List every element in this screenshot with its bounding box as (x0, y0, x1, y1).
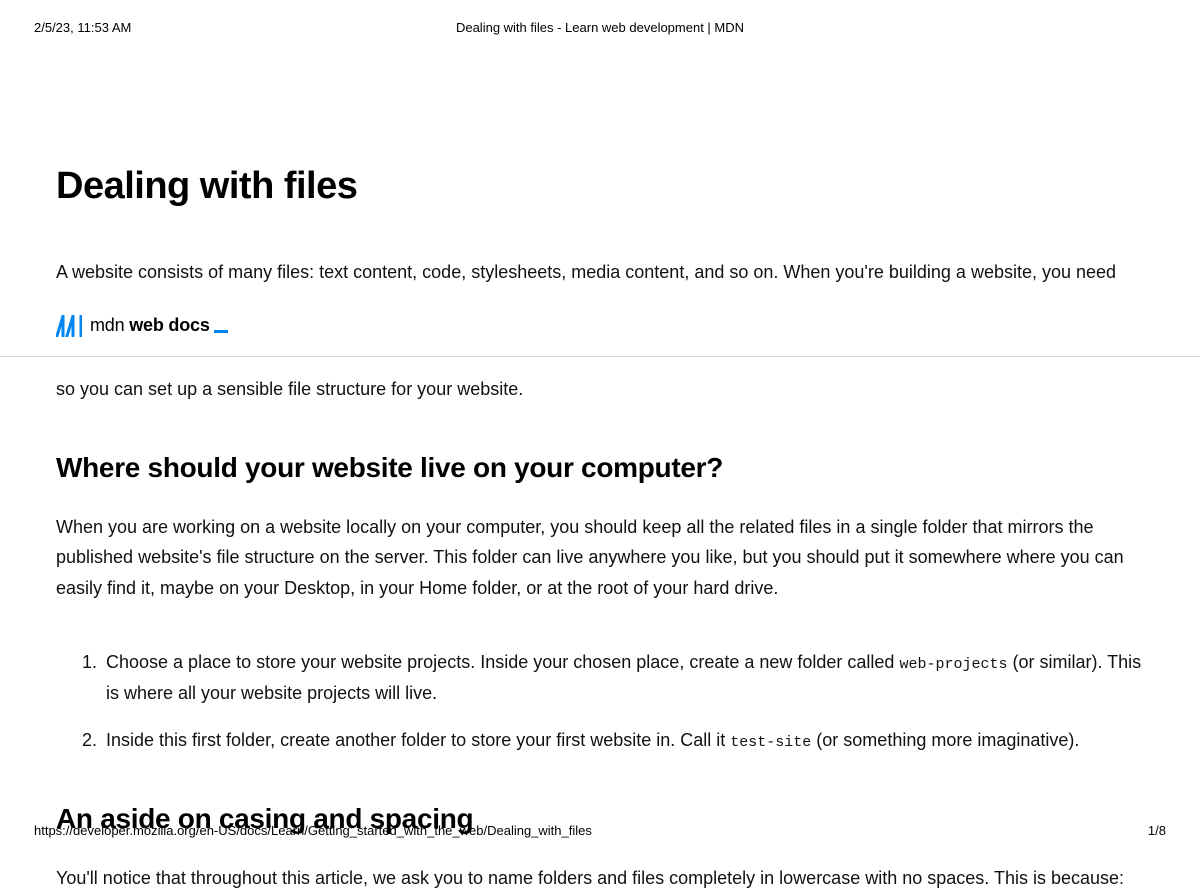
page-title: Dealing with files (56, 165, 1144, 208)
casing-paragraph: You'll notice that throughout this artic… (56, 863, 1144, 894)
print-footer-url: https://developer.mozilla.org/en-US/docs… (34, 823, 592, 838)
mdn-logo-bar: mdn web docs (0, 315, 1200, 357)
mdn-logo-text: mdn web docs (90, 315, 228, 336)
print-timestamp: 2/5/23, 11:53 AM (34, 20, 131, 35)
where-paragraph: When you are working on a website locall… (56, 512, 1144, 604)
print-page-indicator: 1/8 (1148, 823, 1166, 838)
intro-paragraph-continued: so you can set up a sensible file struct… (56, 375, 1144, 404)
print-footer: https://developer.mozilla.org/en-US/docs… (0, 823, 1200, 838)
intro-paragraph-line: A website consists of many files: text c… (56, 258, 1144, 287)
list-item: Choose a place to store your website pro… (102, 647, 1144, 708)
mdn-logo-icon (56, 315, 82, 337)
code-inline: test-site (730, 734, 811, 751)
print-doc-title: Dealing with files - Learn web developme… (456, 20, 744, 35)
steps-list: Choose a place to store your website pro… (56, 647, 1144, 755)
underscore-icon (214, 330, 228, 333)
mdn-logo: mdn web docs (56, 315, 228, 337)
heading-where: Where should your website live on your c… (56, 452, 1144, 484)
list-item: Inside this first folder, create another… (102, 725, 1144, 756)
article-content: Dealing with files A website consists of… (0, 165, 1200, 894)
code-inline: web-projects (899, 656, 1007, 673)
print-header: 2/5/23, 11:53 AM Dealing with files - Le… (0, 0, 1200, 35)
